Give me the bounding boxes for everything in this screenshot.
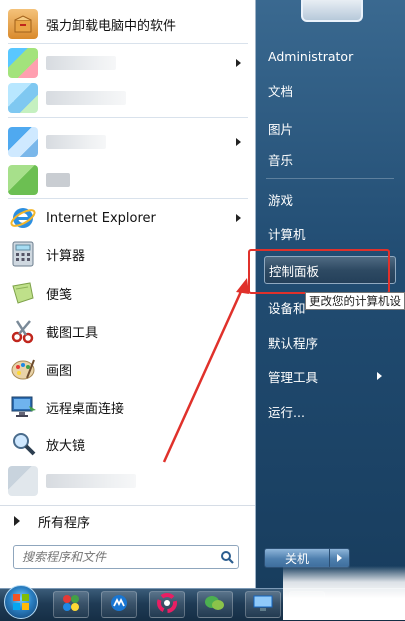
taskbar-wechat[interactable]: [197, 591, 233, 618]
app-launcher-icon: [61, 593, 81, 617]
start-orb-icon[interactable]: [4, 585, 38, 619]
taskbar-app-launcher[interactable]: [53, 591, 89, 618]
annotation-arrow-head-icon: [236, 278, 249, 294]
wechat-icon: [204, 594, 226, 616]
mail-app-icon: [109, 593, 129, 617]
color-wheel-icon: [157, 592, 177, 617]
taskbar-file-manager[interactable]: [289, 591, 325, 618]
taskbar: [0, 585, 405, 621]
monitor-icon: [253, 594, 273, 616]
annotation-arrow-layer: [162, 278, 249, 463]
taskbar-monitor[interactable]: [245, 591, 281, 618]
tooltip: 更改您的计算机设: [305, 292, 405, 310]
file-manager-icon: [297, 594, 317, 616]
annotation-arrow-line: [162, 286, 245, 463]
taskbar-mail-app[interactable]: [101, 591, 137, 618]
taskbar-color-wheel[interactable]: [149, 591, 185, 618]
